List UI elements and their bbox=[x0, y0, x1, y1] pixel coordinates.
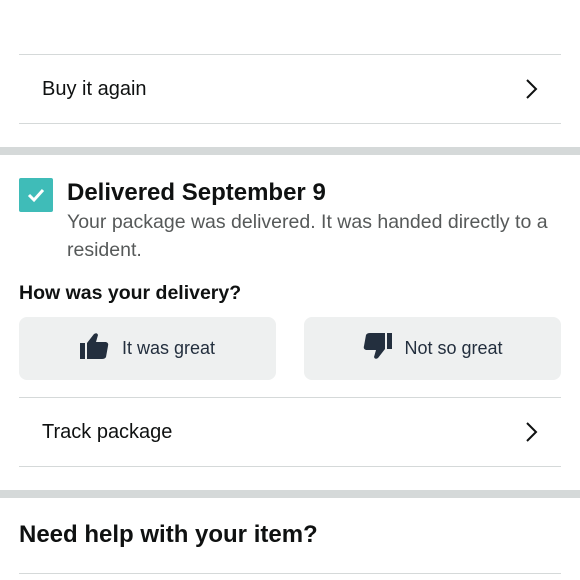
section-separator bbox=[0, 490, 580, 498]
chevron-right-icon bbox=[519, 77, 543, 101]
divider bbox=[19, 466, 561, 467]
it-was-great-button[interactable]: It was great bbox=[19, 317, 276, 380]
thumbs-down-icon bbox=[362, 332, 393, 365]
buy-it-again-row[interactable]: Buy it again bbox=[19, 55, 561, 123]
delivery-status-title: Delivered September 9 bbox=[67, 179, 326, 206]
track-package-row[interactable]: Track package bbox=[19, 398, 561, 466]
it-was-great-label: It was great bbox=[121, 338, 216, 358]
not-so-great-button[interactable]: Not so great bbox=[304, 317, 561, 380]
thumbs-up-icon bbox=[79, 332, 110, 365]
section-separator bbox=[0, 147, 580, 155]
divider bbox=[19, 123, 561, 124]
chevron-right-icon bbox=[519, 420, 543, 444]
delivered-check-icon bbox=[19, 178, 53, 212]
delivery-feedback-question: How was your delivery? bbox=[19, 282, 242, 304]
track-package-label: Track package bbox=[42, 420, 173, 443]
need-help-heading: Need help with your item? bbox=[19, 521, 318, 548]
divider bbox=[19, 573, 561, 574]
not-so-great-label: Not so great bbox=[404, 338, 503, 358]
order-details-page: Buy it again Delivered September 9 Your … bbox=[0, 0, 580, 580]
buy-it-again-label: Buy it again bbox=[42, 77, 147, 100]
delivery-status-description: Your package was delivered. It was hande… bbox=[67, 211, 548, 261]
